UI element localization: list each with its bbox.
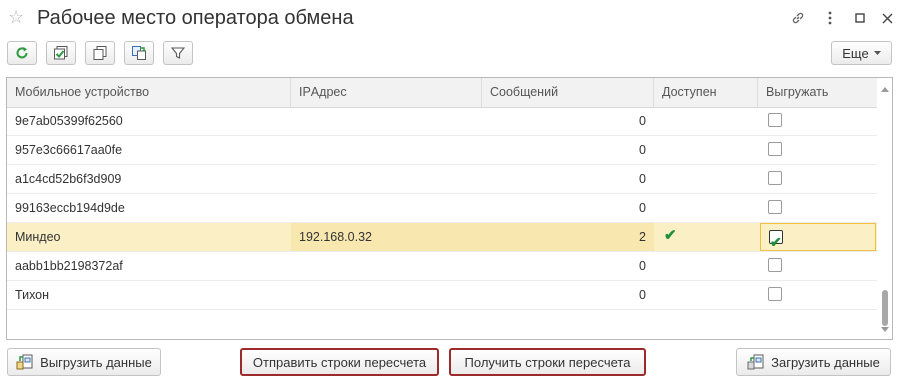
check-all-icon [54,46,68,60]
cell-available [654,194,758,222]
load-data-label: Загрузить данные [771,354,880,370]
cell-device: aabb1bb2198372af [15,259,123,273]
close-icon[interactable] [877,8,897,28]
cell-messages: 0 [639,143,646,157]
cell-ip [291,136,482,164]
title-bar: ☆ Рабочее место оператора обмена [0,0,900,36]
cell-ip: 192.168.0.32 [291,223,482,251]
table-row[interactable]: 9e7ab05399f62560 0 [7,107,877,136]
cell-ip [291,252,482,280]
table-row[interactable]: Миндео 192.168.0.32 2 ✔ ✔ [7,223,877,252]
receive-rows-label: Получить строки пересчета [464,354,631,370]
cell-available: ✔ [654,223,758,251]
cell-available [654,252,758,280]
receive-rows-button[interactable]: Получить строки пересчета [449,348,646,376]
column-header-ip[interactable]: IPАдрес [291,78,482,107]
cell-upload [758,165,877,193]
cell-available [654,136,758,164]
cell-messages: 0 [639,201,646,215]
cell-available [654,165,758,193]
upload-checkbox[interactable] [768,113,782,127]
cell-messages: 0 [639,259,646,273]
upload-checkbox[interactable] [768,171,782,185]
column-header-device[interactable]: Мобильное устройство [7,78,291,107]
favorite-star-icon[interactable]: ☆ [8,8,24,26]
scrollbar-thumb[interactable] [882,290,888,326]
more-menu-label: Еще [842,45,869,61]
upload-cell-area[interactable] [760,136,876,164]
cell-upload [758,281,877,309]
available-check-icon: ✔ [664,227,677,244]
cell-messages: 2 [482,223,654,251]
upload-checkbox[interactable] [768,142,782,156]
exchange-button[interactable] [124,41,154,65]
cell-available [654,281,758,309]
cell-device: a1c4cd52b6f3d909 [15,172,122,186]
filter-icon [171,47,185,59]
column-header-available[interactable]: Доступен [654,78,758,107]
cell-upload [758,136,877,164]
scroll-up-icon[interactable] [881,87,889,92]
load-data-button[interactable]: Загрузить данные [736,348,891,376]
upload-checkbox[interactable]: ✔ [769,230,783,250]
cell-messages: 0 [639,288,646,302]
checkbox-check-icon: ✔ [770,234,782,250]
more-menu-button[interactable]: Еще [831,41,892,65]
cell-messages: 0 [639,114,646,128]
more-vertical-icon[interactable] [820,8,840,28]
cell-upload [758,252,877,280]
devices-table: Мобильное устройство IPАдрес Сообщений Д… [6,77,893,340]
table-row[interactable]: aabb1bb2198372af 0 [7,252,877,281]
check-all-button[interactable] [46,41,76,65]
refresh-button[interactable] [7,41,37,65]
column-header-messages[interactable]: Сообщений [482,78,654,107]
table-row[interactable]: a1c4cd52b6f3d909 0 [7,165,877,194]
copy-icon [93,46,107,60]
scroll-down-icon[interactable] [881,327,889,332]
cell-device: Миндео [15,230,61,244]
table-header: Мобильное устройство IPАдрес Сообщений Д… [7,78,877,108]
window-title: Рабочее место оператора обмена [37,7,354,29]
maximize-icon[interactable] [850,8,870,28]
copy-button[interactable] [85,41,115,65]
upload-cell-area[interactable] [760,194,876,222]
upload-data-button[interactable]: Выгрузить данные [7,348,161,376]
table-row[interactable]: 99163eccb194d9de 0 [7,194,877,223]
table-row[interactable]: Тихон 0 [7,281,877,310]
upload-data-label: Выгрузить данные [40,354,152,370]
cell-upload [758,194,877,222]
filter-button[interactable] [163,41,193,65]
upload-cell-area[interactable] [760,107,876,135]
cell-available [654,107,758,135]
vertical-scrollbar[interactable] [878,78,892,339]
send-rows-button[interactable]: Отправить строки пересчета [240,348,439,376]
cell-device: 957e3c66617aa0fe [15,143,123,157]
exchange-icon [132,46,146,60]
cell-upload: ✔ [758,223,877,251]
refresh-icon [16,47,28,59]
send-rows-label: Отправить строки пересчета [252,354,427,370]
upload-cell-area[interactable] [760,252,876,280]
load-data-icon [747,354,764,370]
upload-checkbox[interactable] [768,287,782,301]
upload-data-icon [16,354,33,370]
cell-ip [291,194,482,222]
column-header-upload[interactable]: Выгружать [758,78,877,107]
cell-ip [291,281,482,309]
upload-cell-area[interactable]: ✔ [760,223,876,251]
link-icon[interactable] [788,8,808,28]
table-row[interactable]: 957e3c66617aa0fe 0 [7,136,877,165]
cell-ip [291,165,482,193]
cell-upload [758,107,877,135]
upload-checkbox[interactable] [768,200,782,214]
cell-device: 9e7ab05399f62560 [15,114,123,128]
upload-cell-area[interactable] [760,165,876,193]
cell-messages: 0 [639,172,646,186]
cell-device: Тихон [15,288,50,302]
cell-ip [291,107,482,135]
chevron-down-icon [873,51,881,55]
cell-device: 99163eccb194d9de [15,201,125,215]
upload-checkbox[interactable] [768,258,782,272]
upload-cell-area[interactable] [760,281,876,309]
